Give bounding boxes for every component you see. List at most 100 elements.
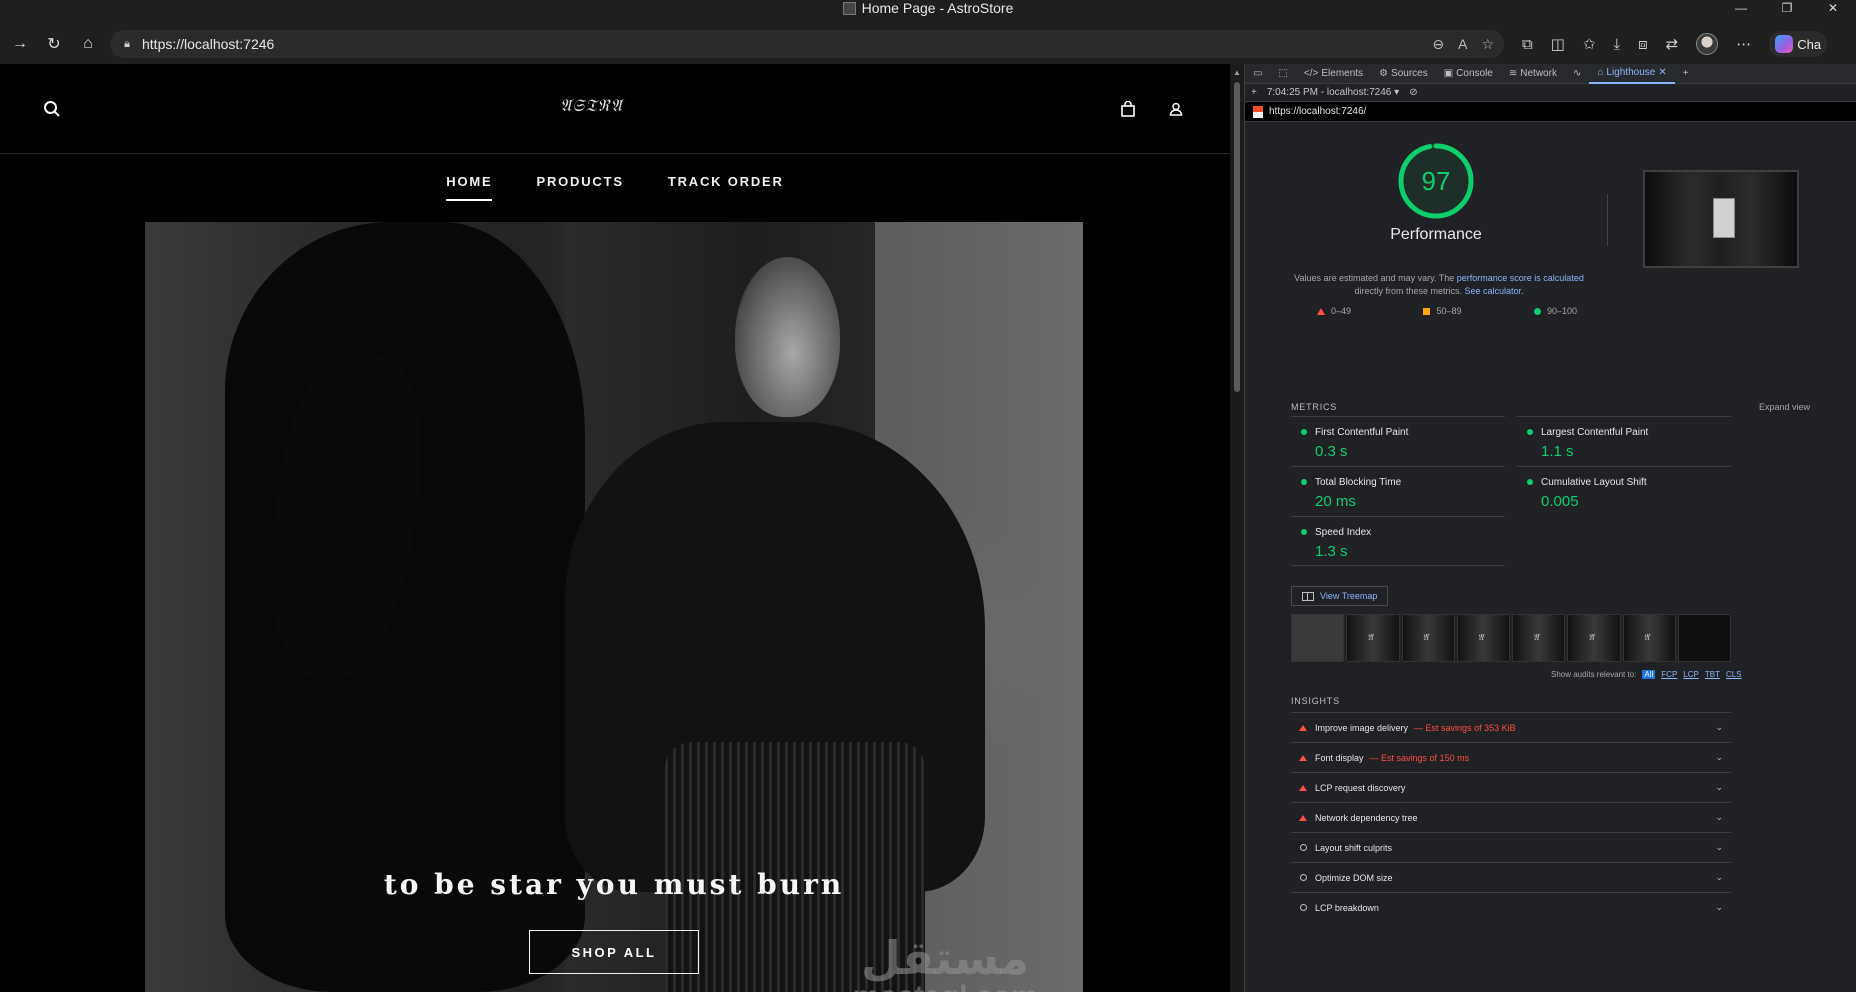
performance-gauge[interactable]: 97 Performance [1371,142,1501,244]
downloads-icon[interactable]: ⤓ [1613,36,1620,53]
nav-home[interactable]: HOME [446,174,493,201]
filter-fcp[interactable]: FCP [1661,670,1677,679]
console-icon: ▣ [1443,68,1454,79]
cart-bag-icon[interactable] [1117,98,1139,120]
expand-view-toggle[interactable]: Expand view [1759,402,1810,412]
insight-label: LCP breakdown [1315,902,1379,913]
metric-lcp: Largest Contentful Paint 1.1 s [1517,416,1731,466]
report-selector[interactable]: 7:04:25 PM - localhost:7246 ▾ [1267,87,1399,98]
view-treemap-button[interactable]: View Treemap [1291,586,1389,606]
pass-circle-icon [1527,429,1533,435]
chevron-down-icon[interactable]: ⌄ [1715,902,1723,913]
report-time: 7:04:25 PM - localhost:7246 [1266,87,1392,98]
legend-fail-label: 0–49 [1331,306,1352,316]
lock-icon[interactable]: 🔒︎ [120,37,134,51]
window-titlebar: Home Page - AstroStore — ❐ ✕ [0,0,1856,16]
metrics-title: METRICS [1291,402,1338,412]
zoom-out-icon[interactable]: ⊖ [1432,36,1444,53]
web-capture-icon[interactable]: ⧈ [1638,36,1648,53]
info-circle-icon [1291,904,1315,911]
see-calculator-link[interactable]: See calculator. [1464,286,1523,296]
legend-pass-label: 90–100 [1546,306,1577,316]
split-screen-icon[interactable]: ◫ [1551,35,1565,53]
tab-network[interactable]: ≋ Network [1501,64,1565,84]
filmstrip-frame: 𝔄 [1346,614,1400,662]
legend-fail: 0–49 [1317,306,1351,316]
tab-lighthouse-label: Lighthouse [1606,67,1656,78]
page-scrollbar-thumb[interactable] [1234,82,1240,392]
chevron-down-icon[interactable]: ⌄ [1715,782,1723,793]
filter-cls[interactable]: CLS [1726,670,1742,679]
minimize-icon[interactable]: — [1718,0,1764,16]
chevron-down-icon[interactable]: ⌄ [1715,812,1723,823]
browser-toolbar: → ↻ ⌂ 🔒︎ https://localhost:7246 ⊖ A ☆ ⧉ … [0,24,1856,64]
copilot-button[interactable]: Cha [1769,31,1828,57]
chevron-down-icon[interactable]: ⌄ [1715,842,1723,853]
address-url[interactable]: https://localhost:7246 [142,36,1432,52]
extensions-icon[interactable]: ⧉ [1522,36,1533,53]
legend-average-label: 50–89 [1436,306,1462,316]
read-aloud-icon[interactable]: A [1458,36,1467,53]
insight-row[interactable]: LCP request discovery ⌄ [1291,772,1731,802]
search-icon[interactable] [41,98,63,120]
scroll-up-arrow-icon[interactable]: ▲ [1233,68,1241,77]
share-icon[interactable]: ⇄ [1666,35,1679,53]
page-scrollbar[interactable]: ▲ [1230,64,1244,992]
metric-value: 0.005 [1541,493,1579,510]
device-toolbar-icon[interactable]: ▭ [1245,64,1270,84]
filter-tbt[interactable]: TBT [1705,670,1720,679]
more-menu-icon[interactable]: ⋯ [1736,35,1751,53]
final-screenshot-thumbnail[interactable] [1643,170,1799,268]
reload-icon[interactable]: ↻ [40,30,68,58]
address-bar[interactable]: 🔒︎ https://localhost:7246 ⊖ A ☆ [110,30,1504,58]
tab-sources[interactable]: ⚙︎ Sources [1371,64,1436,84]
insight-row[interactable]: Layout shift culprits ⌄ [1291,832,1731,862]
metric-value: 20 ms [1315,493,1356,510]
insight-row[interactable]: Network dependency tree ⌄ [1291,802,1731,832]
clear-report-icon[interactable]: ⊘ [1409,87,1417,98]
shop-all-button[interactable]: SHOP ALL [529,930,699,974]
favorites-icon[interactable]: ✩ [1583,35,1596,53]
account-user-icon[interactable] [1165,98,1187,120]
metric-cls: Cumulative Layout Shift 0.005 [1517,466,1731,516]
restore-icon[interactable]: ❐ [1764,0,1810,16]
insight-row[interactable]: LCP breakdown ⌄ [1291,892,1731,922]
report-url[interactable]: https://localhost:7246/ [1269,106,1366,117]
site-logo[interactable]: 𝔄𝔖𝔗ℜ𝔄 [560,96,622,116]
performance-score-link[interactable]: performance score is calculated [1457,273,1584,283]
score-desc-pre: Values are estimated and may vary. The [1294,273,1457,283]
insight-row[interactable]: Font display — Est savings of 150 ms ⌄ [1291,742,1731,772]
new-report-plus-icon[interactable]: + [1251,87,1257,98]
tab-network-label: Network [1520,68,1557,79]
chevron-down-icon[interactable]: ⌄ [1715,722,1723,733]
tab-lighthouse[interactable]: ⌂ Lighthouse ✕ [1589,64,1675,84]
filmstrip-logo-icon: 𝔄 [1533,633,1539,643]
devtools-scrollbar[interactable] [1844,122,1856,992]
filter-lcp[interactable]: LCP [1683,670,1699,679]
tab-console[interactable]: ▣ Console [1436,64,1501,84]
new-tab-plus-icon[interactable]: + [1675,64,1697,84]
favorite-star-icon[interactable]: ☆ [1481,36,1494,53]
home-icon[interactable]: ⌂ [74,30,102,58]
insight-row[interactable]: Optimize DOM size ⌄ [1291,862,1731,892]
chevron-down-icon[interactable]: ⌄ [1715,872,1723,883]
screenshot-card [1713,198,1735,238]
inspect-element-icon[interactable]: ⬚ [1270,64,1295,84]
close-tab-icon[interactable]: ✕ [1658,67,1666,78]
nav-products[interactable]: PRODUCTS [536,174,623,201]
copilot-label: Cha [1797,36,1822,52]
filter-all[interactable]: All [1642,670,1656,679]
forward-icon[interactable]: → [6,30,34,58]
address-bar-actions: ⊖ A ☆ [1432,36,1494,53]
tab-performance[interactable]: ∿ [1565,64,1589,84]
chevron-down-icon[interactable]: ⌄ [1715,752,1723,763]
legend-average: 50–89 [1423,306,1462,316]
metric-value: 1.3 s [1315,543,1348,560]
tab-elements-label: Elements [1321,68,1364,79]
legend-pass: 90–100 [1533,306,1577,316]
nav-track-order[interactable]: TRACK ORDER [668,174,784,201]
close-icon[interactable]: ✕ [1810,0,1856,16]
tab-elements[interactable]: </> Elements [1296,64,1371,84]
profile-avatar[interactable] [1696,33,1719,55]
insight-row[interactable]: Improve image delivery — Est savings of … [1291,712,1731,742]
